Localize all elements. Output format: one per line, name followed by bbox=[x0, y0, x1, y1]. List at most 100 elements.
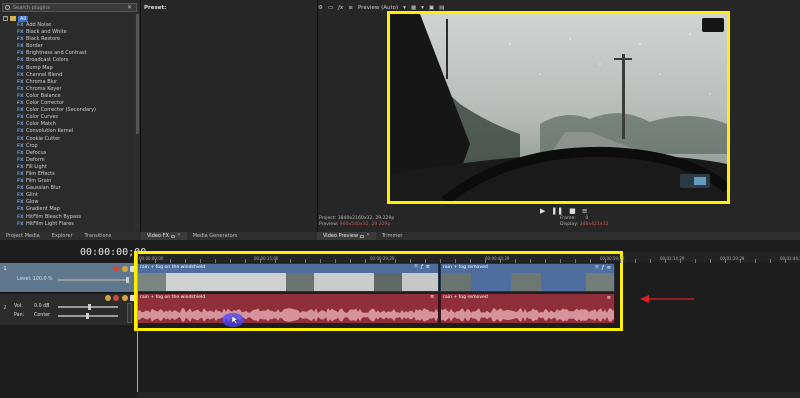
display-value: 348x421x32 bbox=[579, 221, 609, 227]
fx-list-item[interactable]: FX Color Match bbox=[17, 121, 135, 128]
preset-title: Preset: bbox=[144, 5, 167, 11]
close-icon[interactable]: ✕ bbox=[366, 232, 370, 240]
arm-record-icon[interactable] bbox=[105, 295, 111, 301]
fx-tree-root[interactable]: - All bbox=[3, 15, 29, 22]
fx-item-label: Gaussian Blur bbox=[26, 185, 61, 192]
fx-list-item[interactable]: FX Channel Blend bbox=[17, 72, 135, 79]
clear-search-icon[interactable]: ✕ bbox=[126, 4, 133, 11]
plugin-search-input[interactable]: Search plugins bbox=[2, 3, 137, 12]
track-number: 1 bbox=[3, 266, 7, 272]
ruler-tick bbox=[635, 259, 636, 263]
volume-slider[interactable] bbox=[58, 304, 118, 310]
gear-icon[interactable]: ⚙ bbox=[318, 5, 323, 11]
collapse-icon[interactable]: - bbox=[3, 16, 8, 21]
tab-trimmer[interactable]: Trimmer bbox=[376, 232, 409, 240]
slider-knob[interactable] bbox=[88, 304, 91, 310]
timeline-scrollbar[interactable] bbox=[137, 392, 800, 398]
fx-plugin-icon: FX bbox=[17, 108, 24, 114]
solo-icon[interactable] bbox=[122, 266, 128, 272]
playhead-cursor[interactable] bbox=[137, 250, 138, 398]
menu-icon[interactable]: ≡ bbox=[348, 5, 353, 11]
fx-list-item[interactable]: FX Broadcast Colors bbox=[17, 57, 135, 64]
ruler-tick bbox=[200, 259, 201, 263]
tab-explorer[interactable]: Explorer bbox=[46, 232, 79, 240]
grid-icon[interactable]: ▦ bbox=[411, 5, 416, 11]
fx-list-item[interactable]: FX Color Corrector bbox=[17, 100, 135, 107]
ruler-tick bbox=[305, 259, 306, 263]
solo-icon[interactable] bbox=[122, 295, 128, 301]
fx-plugin-icon: FX bbox=[17, 207, 24, 213]
slider-knob[interactable] bbox=[86, 313, 89, 319]
ruler-tick bbox=[740, 259, 741, 263]
frame-info: Frame: 0 Display: 348x421x32 bbox=[560, 216, 608, 227]
video-track-header[interactable]: 1 Level: 100.0 % bbox=[0, 263, 137, 293]
fx-list-item[interactable]: FX Film Grain bbox=[17, 178, 135, 185]
fx-item-label: Film Grain bbox=[26, 178, 52, 185]
tab-label: Trimmer bbox=[381, 233, 403, 239]
fx-list-item[interactable]: FX Film Effects bbox=[17, 171, 135, 178]
ruler-tick bbox=[725, 259, 726, 263]
transport-controls: ▶ ❚❚ ■ ≡ bbox=[540, 207, 588, 215]
fx-list-item[interactable]: FX Color Corrector (Secondary) bbox=[17, 107, 135, 114]
tab-project-media[interactable]: Project Media bbox=[0, 232, 46, 240]
fx-list-item[interactable]: FX Gradient Map bbox=[17, 206, 135, 213]
fx-item-label: HitFilm Bleach Bypass bbox=[26, 213, 82, 220]
fx-list-item[interactable]: FX Color Curves bbox=[17, 114, 135, 121]
play-icon[interactable]: ▶ bbox=[540, 207, 545, 215]
chevron-down-icon[interactable]: ▾ bbox=[421, 5, 424, 11]
fx-list-item[interactable]: FX Defocus bbox=[17, 150, 135, 157]
fx-list-item[interactable]: FX Crop bbox=[17, 143, 135, 150]
fx-list-item[interactable]: FX Black and White bbox=[17, 29, 135, 36]
fx-item-label: Fill Light bbox=[26, 163, 47, 170]
copy-snapshot-icon[interactable]: ▣ bbox=[429, 5, 434, 11]
scrollbar-thumb[interactable] bbox=[136, 14, 139, 134]
fx-list-item[interactable]: FX Fill Light bbox=[17, 164, 135, 171]
mute-icon[interactable] bbox=[113, 266, 119, 272]
preview-quality-select[interactable]: Preview (Auto) bbox=[358, 5, 398, 11]
audio-track-header[interactable]: 2 Vol: 0.0 dB Pan: Center bbox=[0, 294, 137, 325]
preview-label: Preview: bbox=[319, 221, 339, 227]
fx-list-item[interactable]: FX Cookie Cutter bbox=[17, 136, 135, 143]
fx-list-scrollbar[interactable] bbox=[135, 14, 140, 230]
fx-list-item[interactable]: FX Glow bbox=[17, 199, 135, 206]
level-slider[interactable] bbox=[58, 277, 129, 283]
ruler-tick-label: 00:00:44;29 bbox=[485, 256, 510, 261]
ruler-tick bbox=[395, 259, 396, 263]
pause-icon[interactable]: ❚❚ bbox=[551, 207, 563, 215]
stop-icon[interactable]: ■ bbox=[569, 207, 576, 215]
fx-list-item[interactable]: FX Add Noise bbox=[17, 22, 135, 29]
fx-list-item[interactable]: FX Deform bbox=[17, 157, 135, 164]
fx-item-label: Gradient Map bbox=[26, 206, 60, 213]
fx-list-item[interactable]: FX HitFilm Light Flares bbox=[17, 221, 135, 228]
tab-video-preview[interactable]: Video Preview ✕ bbox=[317, 232, 376, 240]
menu-icon[interactable]: ≡ bbox=[582, 207, 588, 215]
fx-list-item[interactable]: FX Convolution Kernel bbox=[17, 128, 135, 135]
undock-icon[interactable] bbox=[170, 234, 175, 238]
fx-list-item[interactable]: FX HitFilm Bleach Bypass bbox=[17, 214, 135, 221]
fx-list-item[interactable]: FX Bump Map bbox=[17, 65, 135, 72]
project-label: Project: bbox=[319, 216, 337, 221]
fx-icon[interactable]: ƒx bbox=[338, 5, 343, 11]
undock-icon[interactable] bbox=[360, 234, 365, 238]
chevron-down-icon[interactable]: ▾ bbox=[403, 5, 406, 11]
fx-list-item[interactable]: FX Gaussian Blur bbox=[17, 185, 135, 192]
fx-list-item[interactable]: FX Chroma Keyer bbox=[17, 86, 135, 93]
slider-knob[interactable] bbox=[126, 277, 129, 283]
save-snapshot-icon[interactable]: ▤ bbox=[439, 5, 444, 11]
fx-list-item[interactable]: FX Color Balance bbox=[17, 93, 135, 100]
tab-video-fx[interactable]: Video FX ✕ bbox=[141, 232, 187, 240]
fx-list-item[interactable]: FX Glint bbox=[17, 192, 135, 199]
tab-transitions[interactable]: Transitions bbox=[79, 232, 118, 240]
fx-list-item[interactable]: FX Border bbox=[17, 43, 135, 50]
pan-slider[interactable] bbox=[58, 313, 118, 319]
fx-list-item[interactable]: FX Black Restore bbox=[17, 36, 135, 43]
close-icon[interactable]: ✕ bbox=[177, 232, 181, 240]
fx-item-label: Color Curves bbox=[26, 114, 58, 121]
tab-media-generators[interactable]: Media Generators bbox=[187, 232, 244, 240]
highlight-box bbox=[134, 251, 623, 331]
external-monitor-icon[interactable]: ▭ bbox=[328, 5, 333, 11]
fx-list-item[interactable]: FX Chroma Blur bbox=[17, 79, 135, 86]
fx-plugin-icon: FX bbox=[17, 200, 24, 206]
fx-list-item[interactable]: FX Brightness and Contrast bbox=[17, 50, 135, 57]
mute-icon[interactable] bbox=[113, 295, 119, 301]
